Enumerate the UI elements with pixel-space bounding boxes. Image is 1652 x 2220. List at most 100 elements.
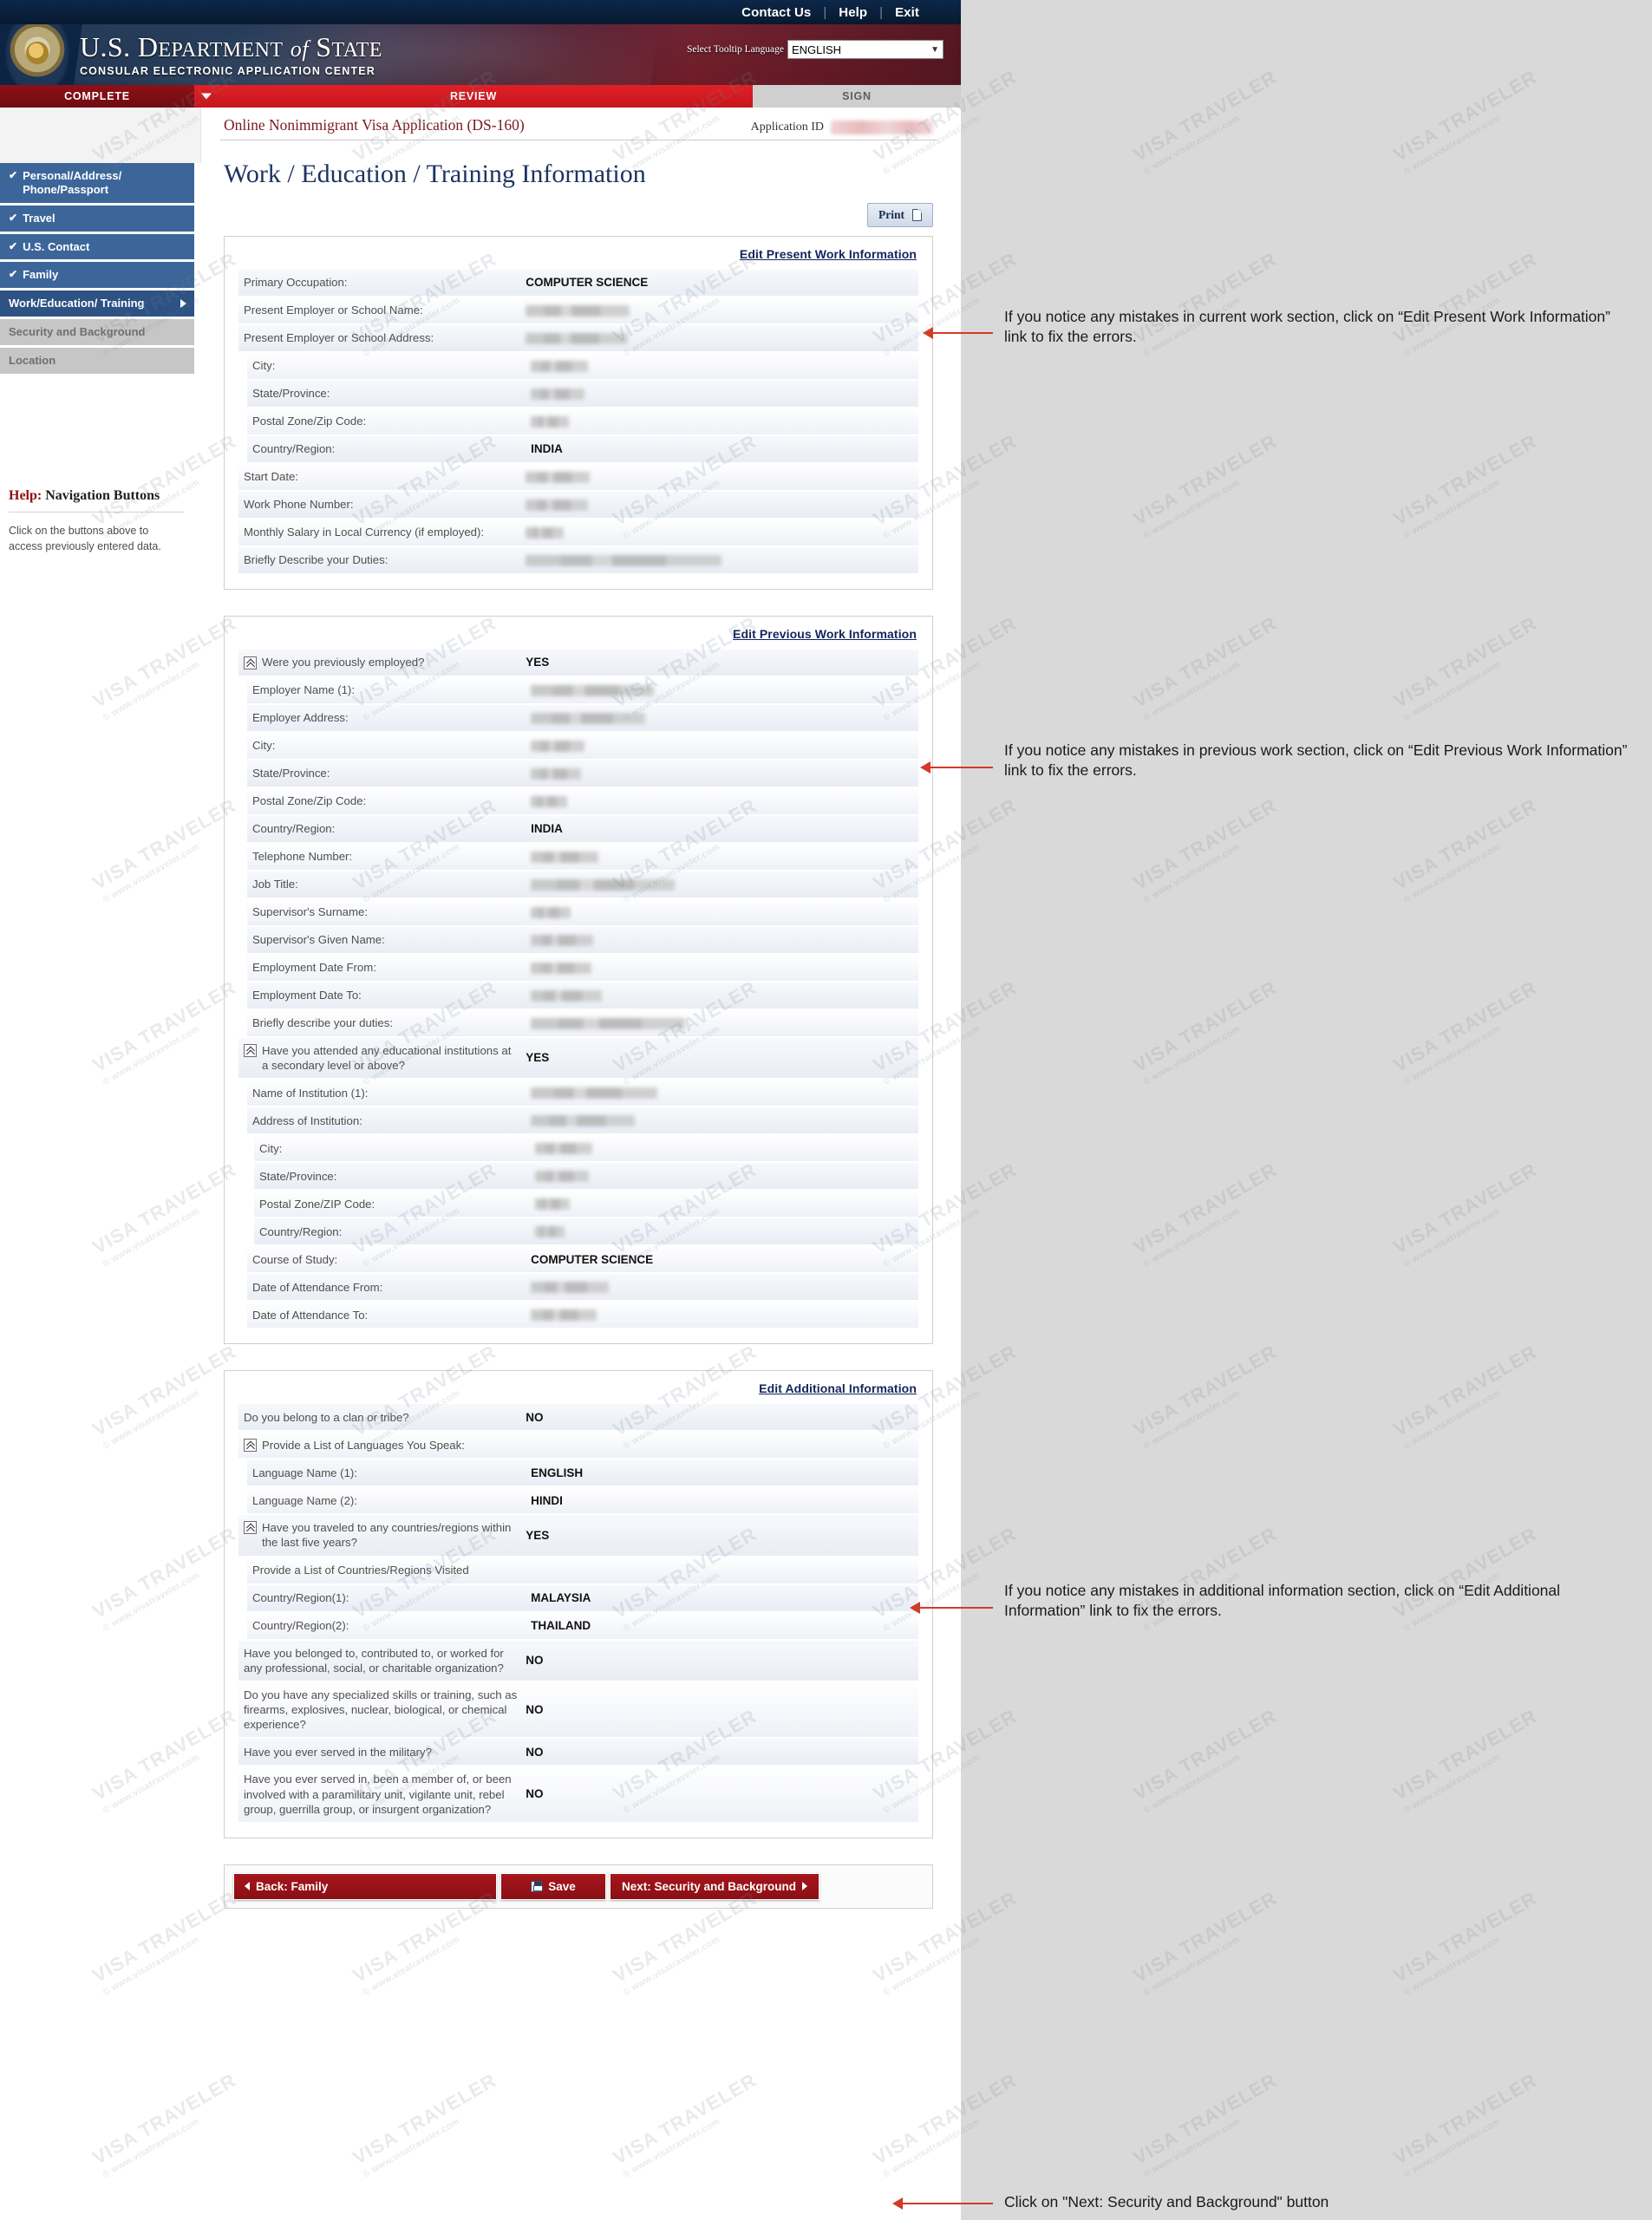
help-link[interactable]: Help [826, 5, 879, 20]
sidebar-item-us-contact[interactable]: ✔ U.S. Contact [0, 233, 194, 260]
watermark: VISA TRAVELER© www.visatraveler.com [1129, 2069, 1281, 2180]
sidebar-item-work-education-training[interactable]: Work/Education/ Training [0, 291, 194, 317]
form-row-label-text: Do you have any specialized skills or tr… [244, 1688, 518, 1732]
redacted-value [531, 795, 568, 807]
form-row-value [533, 1163, 918, 1189]
form-row-value [529, 1302, 918, 1328]
redacted-value [531, 962, 592, 974]
annotation-arrow-additional-information [910, 1602, 993, 1614]
form-row-label: Monthly Salary in Local Currency (if emp… [238, 519, 524, 545]
department-subtitle: CONSULAR ELECTRONIC APPLICATION CENTER [80, 65, 375, 77]
edit-link-additional-information[interactable]: Edit Additional Information [759, 1381, 917, 1395]
tooltip-language-label: Select Tooltip Language [686, 44, 784, 55]
back-button[interactable]: Back: Family [233, 1872, 497, 1900]
form-row: Employment Date To: [247, 983, 918, 1009]
main-content: Online Nonimmigrant Visa Application (DS… [201, 108, 961, 1909]
form-row-label: Address of Institution: [247, 1107, 529, 1133]
sidebar-item-security-and-background[interactable]: Security and Background [0, 319, 194, 346]
exit-link[interactable]: Exit [883, 5, 931, 20]
tooltip-chevron-icon[interactable] [244, 1439, 257, 1453]
redacted-value [531, 712, 646, 724]
tooltip-chevron-icon[interactable] [244, 1521, 257, 1535]
step-complete[interactable]: COMPLETE [0, 85, 194, 108]
watermark: VISA TRAVELER© www.visatraveler.com [1389, 976, 1541, 1087]
form-row-label: Do you have any specialized skills or tr… [238, 1682, 524, 1737]
sidebar-item-personal[interactable]: ✔ Personal/Address/ Phone/Passport [0, 163, 194, 203]
edit-link-present-work[interactable]: Edit Present Work Information [740, 247, 917, 261]
form-row: State/Province: [254, 1163, 918, 1190]
watermark: VISA TRAVELER© www.visatraveler.com [1389, 1159, 1541, 1270]
tooltip-language-value: ENGLISH [792, 42, 842, 56]
redacted-value [531, 851, 599, 863]
form-row-label: City: [254, 1135, 533, 1161]
sidebar-item-location[interactable]: Location [0, 348, 194, 374]
watermark: VISA TRAVELER© www.visatraveler.com [1129, 1159, 1281, 1270]
form-row-label: Work Phone Number: [238, 492, 524, 518]
form-row-label-text: State/Province: [252, 387, 330, 401]
form-row-label-text: City: [252, 739, 276, 753]
form-row-label: Provide a List of Languages You Speak: [238, 1432, 524, 1458]
form-row-label: State/Province: [247, 761, 529, 787]
form-row-value [529, 1274, 918, 1300]
redacted-value [534, 1142, 592, 1154]
sidebar-item-travel[interactable]: ✔ Travel [0, 205, 194, 232]
help-panel-body: Click on the buttons above to access pre… [9, 524, 161, 552]
print-row: Print [220, 193, 937, 236]
form-row-label-text: Date of Attendance From: [252, 1280, 383, 1294]
save-button[interactable]: Save [500, 1872, 606, 1900]
redacted-value [531, 906, 571, 918]
step-review[interactable]: REVIEW [194, 85, 753, 108]
edit-link-row: Edit Previous Work Information [238, 625, 918, 650]
contact-us-link[interactable]: Contact Us [729, 5, 823, 20]
form-row-label: Employer Address: [247, 705, 529, 731]
step-sign[interactable]: SIGN [753, 85, 961, 108]
form-row-label-text: Address of Institution: [252, 1113, 362, 1127]
form-row-value: YES [526, 656, 550, 669]
form-row-label-text: Date of Attendance To: [252, 1308, 369, 1322]
redacted-value [526, 554, 722, 566]
form-row-label-text: Employer Address: [252, 711, 349, 725]
form-row-label-text: Country/Region: [252, 442, 336, 456]
step-complete-label: COMPLETE [64, 90, 130, 102]
form-row-value: NO [526, 1787, 544, 1801]
tooltip-language-select[interactable]: ENGLISH ▼ [787, 40, 944, 59]
caret-right-icon [802, 1882, 808, 1891]
form-row: Monthly Salary in Local Currency (if emp… [238, 519, 918, 545]
print-button[interactable]: Print [867, 203, 933, 227]
form-row-value: COMPUTER SCIENCE [526, 276, 649, 290]
edit-link-previous-work[interactable]: Edit Previous Work Information [733, 627, 917, 641]
tooltip-chevron-icon[interactable] [244, 656, 257, 669]
form-row-label-text: Present Employer or School Address: [244, 331, 434, 345]
watermark: VISA TRAVELER© www.visatraveler.com [1129, 430, 1281, 541]
form-row-label-text: Start Date: [244, 470, 299, 484]
site-banner: U.S. DEPARTMENT of STATE CONSULAR ELECTR… [0, 24, 961, 85]
form-row: Briefly describe your duties: [247, 1010, 918, 1036]
annotation-arrow-previous-work [920, 761, 993, 774]
form-row: City: [254, 1135, 918, 1162]
watermark: VISA TRAVELER© www.visatraveler.com [1389, 612, 1541, 723]
form-row-value [529, 353, 918, 379]
triangle-down-icon [201, 93, 212, 100]
sidebar-item-label: Family [23, 268, 59, 282]
tooltip-language-control[interactable]: Select Tooltip Language ENGLISH ▼ [687, 40, 944, 59]
form-row-label: Employer Name (1): [247, 677, 529, 703]
form-row: Provide a List of Countries/Regions Visi… [247, 1557, 918, 1583]
form-row-label-text: City: [252, 359, 276, 373]
next-button[interactable]: Next: Security and Background [610, 1872, 819, 1900]
redacted-value [531, 1017, 686, 1029]
form-row-label: Have you ever served in, been a member o… [238, 1766, 524, 1821]
check-icon: ✔ [9, 211, 18, 224]
form-row: Provide a List of Languages You Speak: [238, 1432, 918, 1459]
tooltip-chevron-icon[interactable] [244, 1044, 257, 1057]
application-id-value-redacted [831, 121, 933, 134]
back-button-label: Back: Family [256, 1879, 329, 1893]
edit-link-row: Edit Additional Information [238, 1380, 918, 1404]
annotation-arrow-next-button [892, 2197, 993, 2210]
redacted-value [531, 767, 582, 780]
form-row-label-text: Have you belonged to, contributed to, or… [244, 1646, 504, 1675]
form-row: Supervisor's Given Name: [247, 927, 918, 953]
form-row-label: Have you ever served in the military? [238, 1739, 524, 1765]
form-row-value: INDIA [531, 442, 563, 456]
arrowhead-icon [923, 327, 933, 339]
sidebar-item-family[interactable]: ✔ Family [0, 262, 194, 289]
